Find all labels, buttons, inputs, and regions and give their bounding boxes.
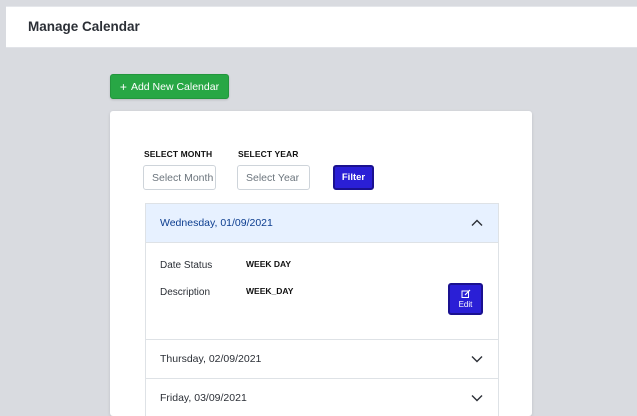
add-new-calendar-label: Add New Calendar — [130, 80, 220, 93]
date-status-value: WEEK DAY — [246, 259, 292, 269]
select-month-label: SELECT MONTH — [144, 149, 213, 159]
accordion-body-0: Date Status WEEK DAY Description WEEK_DA… — [146, 243, 498, 340]
chevron-down-icon — [471, 395, 483, 402]
accordion-header-2[interactable]: Friday, 03/09/2021 — [146, 379, 498, 416]
chevron-up-icon — [471, 219, 483, 226]
select-year-label: SELECT YEAR — [238, 149, 299, 159]
filter-button[interactable]: Filter — [333, 165, 374, 190]
edit-icon — [461, 289, 470, 298]
add-new-calendar-button[interactable]: + Add New Calendar — [110, 74, 229, 99]
accordion-date-2: Friday, 03/09/2021 — [160, 392, 247, 404]
chevron-down-icon — [471, 356, 483, 363]
accordion-date-0: Wednesday, 01/09/2021 — [160, 217, 273, 229]
calendar-card: SELECT MONTH SELECT YEAR Select Month Se… — [110, 111, 532, 416]
description-value: WEEK_DAY — [246, 286, 294, 296]
date-status-label: Date Status — [160, 260, 213, 271]
calendar-accordion: Wednesday, 01/09/2021 Date Status WEEK D… — [145, 203, 499, 416]
accordion-header-0[interactable]: Wednesday, 01/09/2021 — [146, 204, 498, 243]
description-label: Description — [160, 287, 211, 298]
top-bar: Manage Calendar — [6, 6, 637, 48]
accordion-date-1: Thursday, 02/09/2021 — [160, 353, 262, 365]
select-year-input[interactable]: Select Year — [237, 165, 310, 190]
edit-button[interactable]: Edit — [448, 283, 483, 315]
page-title: Manage Calendar — [28, 19, 140, 34]
accordion-header-1[interactable]: Thursday, 02/09/2021 — [146, 340, 498, 379]
select-month-input[interactable]: Select Month — [143, 165, 216, 190]
edit-label: Edit — [458, 300, 473, 309]
plus-icon: + — [119, 79, 127, 94]
